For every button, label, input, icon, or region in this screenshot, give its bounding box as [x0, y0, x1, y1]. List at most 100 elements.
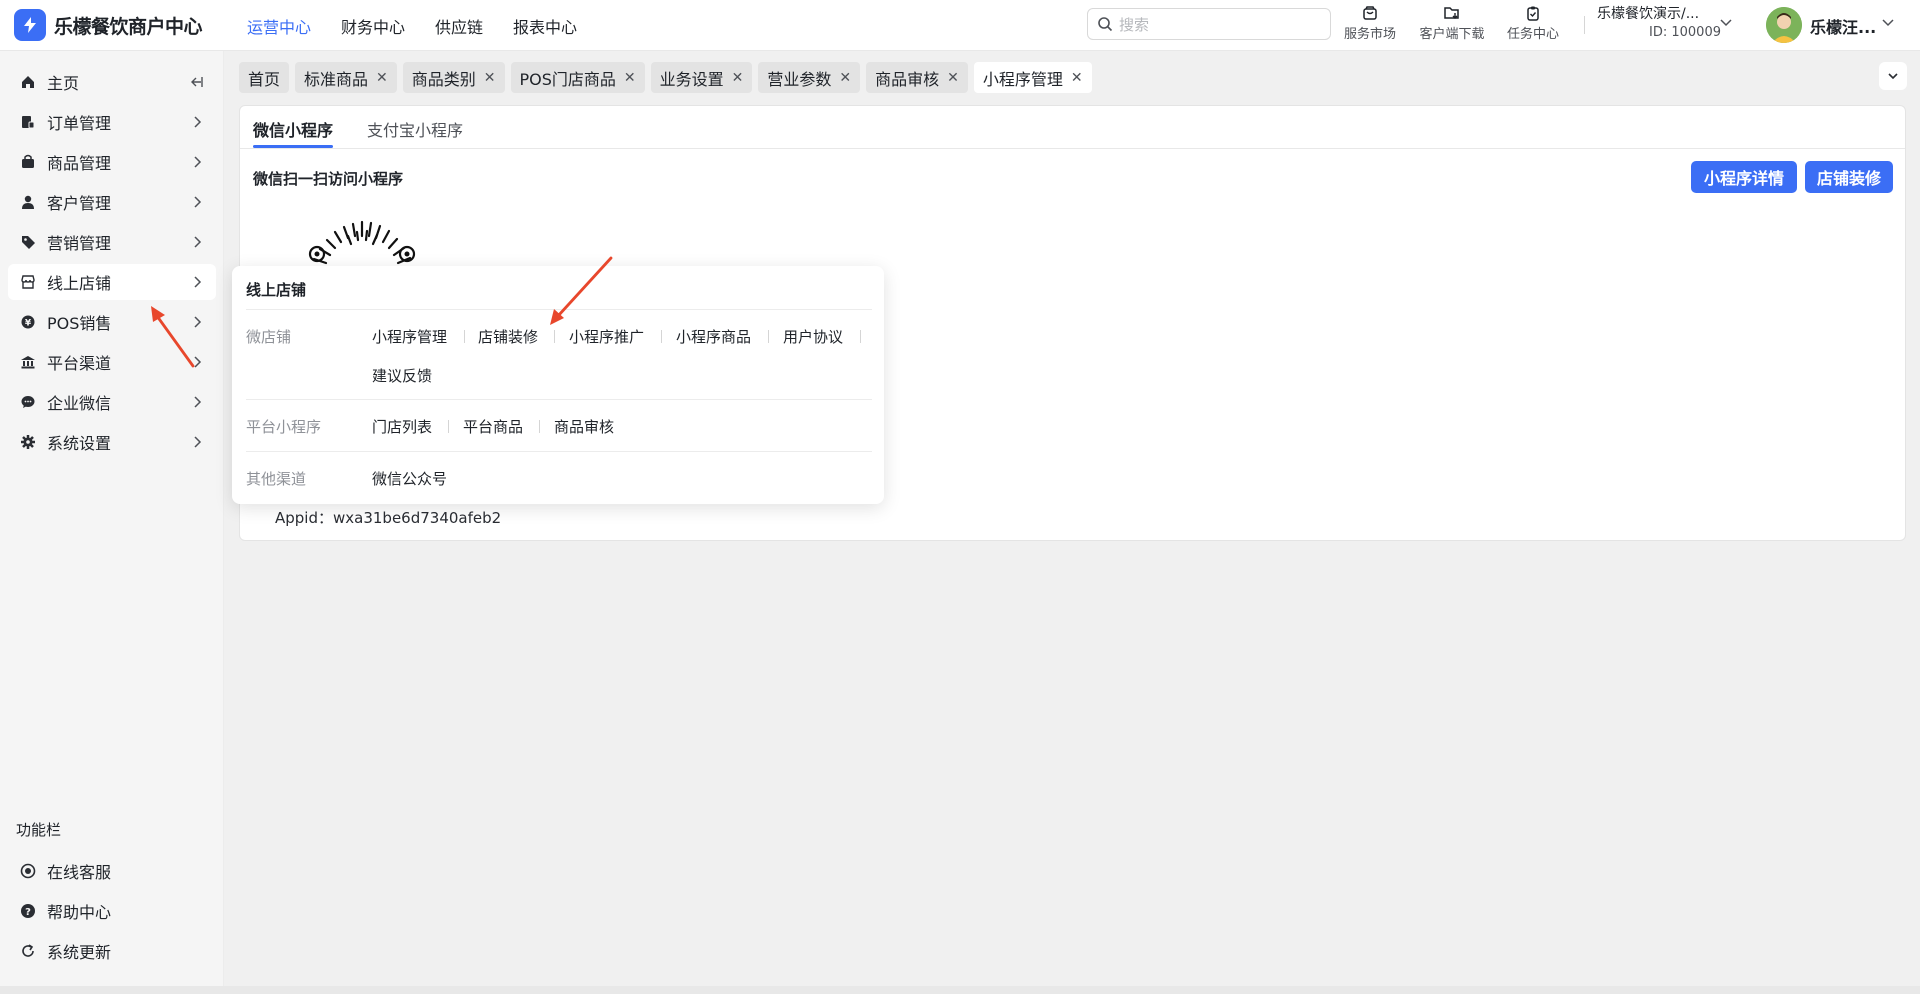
topnav-reports[interactable]: 报表中心: [513, 14, 577, 38]
separator: [539, 420, 540, 433]
chevron-down-icon: [1888, 73, 1898, 80]
menu-item-platform-goods[interactable]: 平台商品: [463, 416, 523, 437]
tab-label: 小程序管理: [982, 69, 1063, 89]
sidebar-item-goods[interactable]: 商品管理: [8, 144, 216, 180]
task-center-label: 任务中心: [1506, 27, 1559, 42]
menu-item-wechat-official-account[interactable]: 微信公众号: [372, 468, 447, 489]
bank-icon: [18, 354, 38, 370]
topnav-operations[interactable]: 运营中心: [247, 14, 311, 38]
menu-item-store-decoration[interactable]: 店铺装修: [478, 326, 538, 347]
menu-item-mini-program-goods[interactable]: 小程序商品: [676, 326, 751, 347]
svg-text:¥: ¥: [25, 319, 32, 329]
collapse-sidebar-icon[interactable]: [188, 74, 204, 90]
menu-item-goods-review[interactable]: 商品审核: [554, 416, 614, 437]
search-icon: [1098, 17, 1113, 32]
sidebar-item-customers[interactable]: 客户管理: [8, 184, 216, 220]
close-icon[interactable]: ✕: [484, 70, 496, 86]
sidebar-item-label: 商品管理: [47, 154, 112, 173]
sidebar-item-help-center[interactable]: ? 帮助中心: [8, 893, 216, 929]
close-icon[interactable]: ✕: [839, 70, 851, 86]
close-icon[interactable]: ✕: [947, 70, 959, 86]
sidebar-item-label: 营销管理: [47, 234, 112, 253]
order-icon: [18, 114, 38, 130]
active-tab-indicator: [253, 145, 333, 148]
flyout-title: 线上店铺: [246, 281, 307, 299]
chevron-right-icon: [194, 276, 202, 288]
chevron-right-icon: [194, 356, 202, 368]
chevron-right-icon: [194, 116, 202, 128]
folder-download-icon: [1412, 3, 1492, 23]
chevron-down-icon[interactable]: [1718, 14, 1734, 30]
sidebar-item-online-support[interactable]: 在线客服: [8, 853, 216, 889]
tab-alipay-mini-program[interactable]: 支付宝小程序: [367, 117, 463, 141]
tab-goods-review[interactable]: 商品审核 ✕: [866, 62, 968, 93]
store-icon: [18, 274, 38, 290]
tab-goods-category[interactable]: 商品类别 ✕: [402, 62, 505, 93]
shop-switcher[interactable]: 乐檬餐饮演示/... ID: 100009: [1597, 3, 1727, 40]
chevron-right-icon: [194, 396, 202, 408]
service-market-button[interactable]: 服务市场: [1330, 3, 1410, 42]
avatar[interactable]: [1766, 7, 1802, 43]
tag-icon: [18, 234, 38, 250]
chevron-down-icon[interactable]: [1880, 14, 1896, 30]
clipboard-check-icon: [1493, 3, 1573, 23]
tab-mini-program-management[interactable]: 小程序管理 ✕: [973, 62, 1092, 93]
sidebar-item-orders[interactable]: 订单管理: [8, 104, 216, 140]
search-placeholder: 搜索: [1119, 15, 1150, 34]
store-decoration-button[interactable]: 店铺装修: [1805, 161, 1893, 193]
sidebar-item-label: 订单管理: [47, 114, 112, 133]
sidebar-item-label: 帮助中心: [47, 903, 112, 922]
tabs-dropdown-button[interactable]: [1879, 62, 1907, 90]
sidebar-item-label: 平台渠道: [47, 354, 112, 373]
tab-home[interactable]: 首页: [239, 62, 290, 93]
user-icon: [18, 194, 38, 210]
close-icon[interactable]: ✕: [1071, 70, 1083, 86]
home-icon: [18, 74, 38, 90]
menu-item-mini-program-management[interactable]: 小程序管理: [372, 326, 447, 347]
sidebar-item-online-store[interactable]: 线上店铺: [8, 264, 216, 300]
menu-item-mini-program-promotion[interactable]: 小程序推广: [569, 326, 644, 347]
shop-name: 乐檬餐饮演示/...: [1597, 6, 1700, 22]
topnav-finance[interactable]: 财务中心: [341, 14, 405, 38]
topnav-supply-chain[interactable]: 供应链: [435, 14, 483, 38]
sidebar-item-system-update[interactable]: 系统更新: [8, 933, 216, 969]
gear-icon: [18, 434, 38, 450]
tab-label: 业务设置: [659, 69, 724, 89]
tab-standard-goods[interactable]: 标准商品 ✕: [295, 62, 397, 93]
shop-id: ID: 100009: [1649, 25, 1721, 40]
sidebar-item-wecom[interactable]: 企业微信: [8, 384, 216, 420]
mini-program-detail-button[interactable]: 小程序详情: [1691, 161, 1797, 193]
sidebar-item-label: 主页: [47, 74, 80, 93]
sidebar-item-home[interactable]: 主页: [8, 64, 216, 100]
sidebar-item-system-settings[interactable]: 系统设置: [8, 424, 216, 460]
divider: [246, 399, 872, 400]
separator: [860, 330, 861, 343]
divider: [246, 309, 872, 310]
app-logo[interactable]: 乐檬餐饮商户中心: [14, 9, 203, 41]
close-icon[interactable]: ✕: [624, 70, 636, 86]
close-icon[interactable]: ✕: [376, 70, 388, 86]
separator: [448, 420, 449, 433]
sidebar-item-pos-sales[interactable]: ¥ POS销售: [8, 304, 216, 340]
sidebar-item-label: 系统更新: [47, 943, 112, 962]
user-name[interactable]: 乐檬汪...: [1810, 14, 1876, 38]
client-download-button[interactable]: 客户端下载: [1412, 3, 1492, 42]
menu-item-feedback[interactable]: 建议反馈: [372, 365, 432, 386]
sidebar-item-marketing[interactable]: 营销管理: [8, 224, 216, 260]
menu-item-store-list[interactable]: 门店列表: [372, 416, 432, 437]
tab-pos-store-goods[interactable]: POS门店商品 ✕: [510, 62, 645, 93]
wechat-icon: [18, 394, 38, 410]
tab-wechat-mini-program[interactable]: 微信小程序: [253, 117, 333, 141]
divider: [246, 451, 872, 452]
page-tabs: 首页 标准商品 ✕ 商品类别 ✕ POS门店商品 ✕ 业务设置 ✕ 营业参数 ✕ 商品审核…: [239, 62, 1098, 93]
menu-item-user-agreement[interactable]: 用户协议: [783, 326, 843, 347]
close-icon[interactable]: ✕: [732, 70, 744, 86]
appid-label: Appid：: [275, 509, 333, 527]
search-input[interactable]: 搜索: [1087, 8, 1331, 40]
tab-business-params[interactable]: 营业参数 ✕: [758, 62, 861, 93]
shop-bag-icon: [1330, 3, 1410, 23]
task-center-button[interactable]: 任务中心: [1493, 3, 1573, 42]
tab-business-settings[interactable]: 业务设置 ✕: [650, 62, 753, 93]
sidebar-item-platform-channels[interactable]: 平台渠道: [8, 344, 216, 380]
function-bar-title: 功能栏: [16, 821, 62, 839]
